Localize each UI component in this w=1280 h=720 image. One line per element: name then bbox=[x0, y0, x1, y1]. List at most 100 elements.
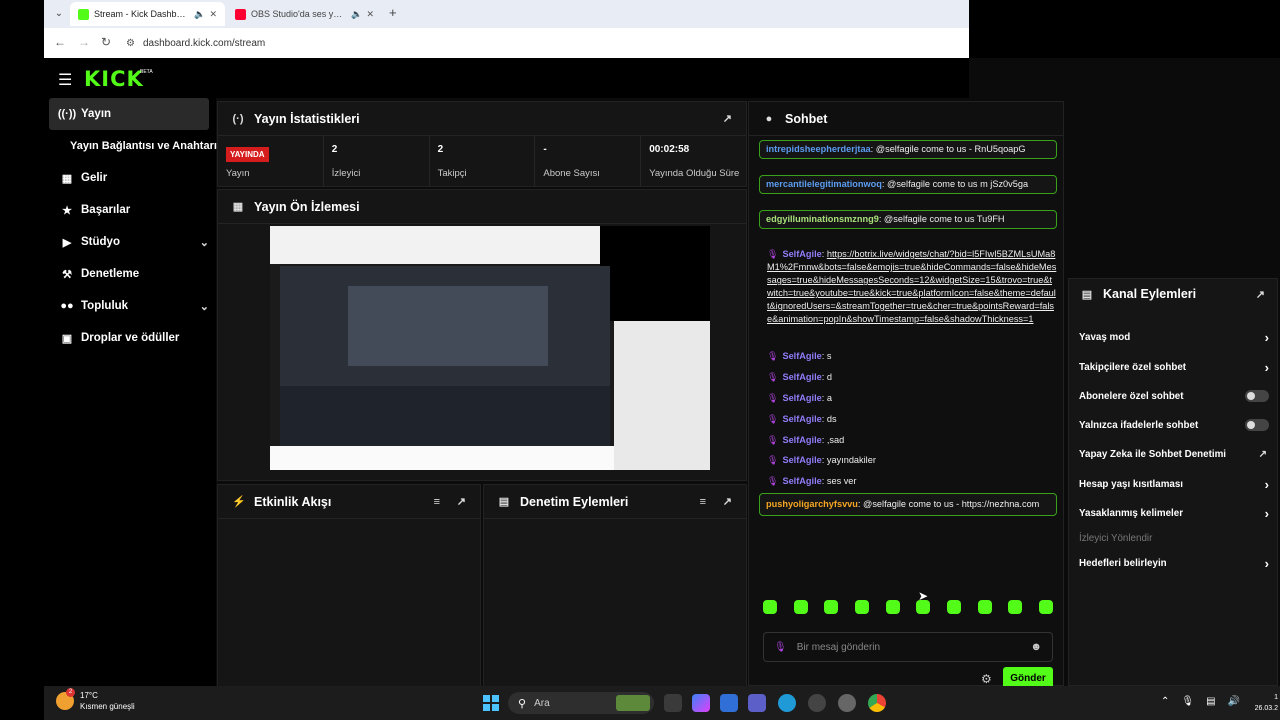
emote-icon[interactable] bbox=[1008, 600, 1023, 614]
action-set-goals[interactable]: Hedefleri belirleyin › bbox=[1079, 553, 1269, 573]
action-host-viewers: İzleyici Yönlendir bbox=[1079, 528, 1269, 548]
emote-icon[interactable] bbox=[977, 600, 992, 614]
chat-username[interactable]: pushyoligarchyfsvvu bbox=[766, 499, 858, 509]
chat-message[interactable]: 🎙 SelfAgile: d bbox=[759, 371, 1057, 384]
url-field[interactable]: ⚙ dashboard.kick.com/stream bbox=[126, 32, 961, 54]
emote-icon[interactable] bbox=[885, 600, 900, 614]
action-banned-words[interactable]: Yasaklanmış kelimeler › bbox=[1079, 503, 1269, 523]
sidebar-item-stream-key[interactable]: Yayın Bağlantısı ve Anahtarı bbox=[70, 140, 217, 152]
microphone-icon[interactable]: 🎙 bbox=[1181, 696, 1194, 707]
chat-username[interactable]: SelfAgile bbox=[782, 435, 821, 445]
sidebar-item-moderation[interactable]: ⚒ Denetleme bbox=[49, 258, 209, 290]
popout-icon[interactable]: ↗ bbox=[723, 112, 732, 125]
chat-message-input[interactable]: 🎙 Bir mesaj gönderin ☻ bbox=[763, 632, 1053, 662]
obs-icon[interactable] bbox=[808, 694, 826, 712]
people-icon: ●● bbox=[60, 300, 74, 312]
beta-badge: BETA bbox=[140, 69, 153, 75]
tab-obs-article[interactable]: OBS Studio'da ses yankısını 🔈 ✕ bbox=[227, 2, 382, 26]
windows-start-icon[interactable] bbox=[483, 695, 499, 711]
chat-username[interactable]: SelfAgile bbox=[782, 351, 821, 361]
chat-message[interactable]: intrepidsheepherderjtaa: @selfagile come… bbox=[759, 140, 1057, 159]
new-tab-icon[interactable]: + bbox=[389, 5, 397, 20]
chat-username[interactable]: intrepidsheepherderjtaa bbox=[766, 144, 871, 154]
emote-icon[interactable] bbox=[1038, 600, 1053, 614]
close-tab-icon[interactable]: ✕ bbox=[209, 9, 217, 20]
chat-message[interactable]: 🎙 SelfAgile: s bbox=[759, 350, 1057, 363]
teams-icon[interactable] bbox=[748, 694, 766, 712]
chat-message[interactable]: 🎙 SelfAgile: https://botrix.live/widgets/… bbox=[759, 248, 1057, 326]
sidebar-item-studio[interactable]: ▶ Stüdyo ⌄ bbox=[49, 226, 209, 258]
popout-icon[interactable]: ↗ bbox=[1256, 288, 1265, 301]
chat-message[interactable]: 🎙 SelfAgile: ses ver bbox=[759, 475, 1057, 488]
sidebar-item-drops[interactable]: ▣ Droplar ve ödüller bbox=[49, 322, 209, 354]
chat-message[interactable]: 🎙 SelfAgile: a bbox=[759, 392, 1057, 405]
stream-preview-video[interactable] bbox=[270, 226, 710, 470]
close-tab-icon[interactable]: ✕ bbox=[366, 9, 374, 20]
emoji-picker-icon[interactable]: ☻ bbox=[1030, 641, 1042, 653]
chat-username[interactable]: SelfAgile bbox=[782, 414, 821, 424]
kick-logo[interactable]: KICK bbox=[84, 67, 144, 91]
emote-icon[interactable] bbox=[854, 600, 869, 614]
action-slow-mode[interactable]: Yavaş mod › bbox=[1079, 327, 1269, 347]
app-icon[interactable] bbox=[838, 694, 856, 712]
chat-username[interactable]: SelfAgile bbox=[782, 476, 821, 486]
chat-username[interactable]: SelfAgile bbox=[782, 455, 821, 465]
sidebar-item-label: Yayın bbox=[81, 108, 112, 120]
chat-message[interactable]: 🎙 SelfAgile: ds bbox=[759, 413, 1057, 426]
emote-icon[interactable] bbox=[946, 600, 961, 614]
filter-icon[interactable]: ≡ bbox=[434, 496, 440, 508]
edge-icon[interactable] bbox=[778, 694, 796, 712]
chat-message[interactable]: mercantilelegitimationwoq: @selfagile co… bbox=[759, 175, 1057, 194]
chat-message[interactable]: pushyoligarchyfsvvu: @selfagile come to … bbox=[759, 493, 1057, 516]
chat-settings-gear-icon[interactable]: ⚙ bbox=[981, 672, 992, 686]
sidebar-item-achievements[interactable]: ★ Başarılar bbox=[49, 194, 209, 226]
chat-username[interactable]: SelfAgile bbox=[782, 372, 821, 382]
sidebar-item-stream[interactable]: ((·)) Yayın bbox=[49, 98, 209, 130]
action-ai-moderation[interactable]: Yapay Zeka ile Sohbet Denetimi ↗ bbox=[1079, 444, 1269, 464]
chat-username[interactable]: mercantilelegitimationwoq bbox=[766, 179, 882, 189]
chevron-up-icon[interactable]: ⌃ bbox=[1161, 696, 1169, 707]
popout-icon[interactable]: ↗ bbox=[723, 495, 732, 508]
calculator-icon[interactable] bbox=[720, 694, 738, 712]
popout-icon[interactable]: ↗ bbox=[457, 495, 466, 508]
emote-icon[interactable] bbox=[793, 600, 808, 614]
chevron-right-icon: › bbox=[1264, 505, 1269, 521]
preview-obs-window bbox=[280, 266, 610, 446]
subscribers-only-toggle[interactable] bbox=[1245, 390, 1269, 402]
chat-message[interactable]: edgyilluminationsmznng9: @selfagile come… bbox=[759, 210, 1057, 229]
site-info-icon[interactable]: ⚙ bbox=[126, 38, 135, 49]
weather-widget[interactable]: 2 17°C Kısmen güneşli bbox=[56, 688, 135, 712]
taskbar-clock[interactable]: 1 26.03.2 bbox=[1255, 692, 1278, 714]
sidebar-item-community[interactable]: ●● Topluluk ⌄ bbox=[49, 290, 209, 322]
action-account-age[interactable]: Hesap yaşı kısıtlaması › bbox=[1079, 474, 1269, 494]
network-icon[interactable]: ▤ bbox=[1206, 696, 1215, 707]
back-icon[interactable]: ← bbox=[54, 35, 66, 49]
menu-icon[interactable]: ☰ bbox=[58, 70, 72, 90]
speaker-icon[interactable]: 🔈 bbox=[351, 9, 362, 20]
chat-message[interactable]: 🎙 SelfAgile: ,sad bbox=[759, 434, 1057, 447]
forward-icon[interactable]: → bbox=[78, 35, 90, 49]
chat-username[interactable]: SelfAgile bbox=[782, 249, 821, 259]
emotes-only-toggle[interactable] bbox=[1245, 419, 1269, 431]
emote-icon[interactable] bbox=[763, 600, 777, 614]
tab-search-chevron-icon[interactable]: ⌄ bbox=[50, 5, 68, 23]
filter-icon[interactable]: ≡ bbox=[700, 496, 706, 508]
channel-actions-panel: ▤ Kanal Eylemleri ↗ Yavaş mod › Takipçil… bbox=[1068, 278, 1278, 686]
action-followers-only[interactable]: Takipçilere özel sohbet › bbox=[1079, 357, 1269, 377]
taskbar-search[interactable]: ⚲ Ara bbox=[508, 692, 654, 714]
chat-text: : @selfagile come to us Tu9FH bbox=[878, 214, 1005, 224]
chrome-icon[interactable] bbox=[868, 694, 886, 712]
chat-username[interactable]: SelfAgile bbox=[782, 393, 821, 403]
reload-icon[interactable]: ↻ bbox=[101, 35, 111, 49]
chat-link[interactable]: https://botrix.live/widgets/chat/?bid=l5… bbox=[767, 249, 1056, 324]
sidebar-item-revenue[interactable]: ▦ Gelir bbox=[49, 162, 209, 194]
chat-message[interactable]: 🎙 SelfAgile: yayındakiler bbox=[759, 454, 1057, 467]
speaker-icon[interactable]: 🔈 bbox=[194, 9, 205, 20]
copilot-icon[interactable] bbox=[692, 694, 710, 712]
preview-recommendations bbox=[614, 321, 710, 470]
task-view-icon[interactable] bbox=[664, 694, 682, 712]
emote-icon[interactable] bbox=[824, 600, 839, 614]
tab-kick-dashboard[interactable]: Stream - Kick Dashboard 🔈 ✕ bbox=[70, 2, 225, 26]
chat-username[interactable]: edgyilluminationsmznng9 bbox=[766, 214, 879, 224]
volume-icon[interactable]: 🔊 bbox=[1228, 696, 1240, 707]
